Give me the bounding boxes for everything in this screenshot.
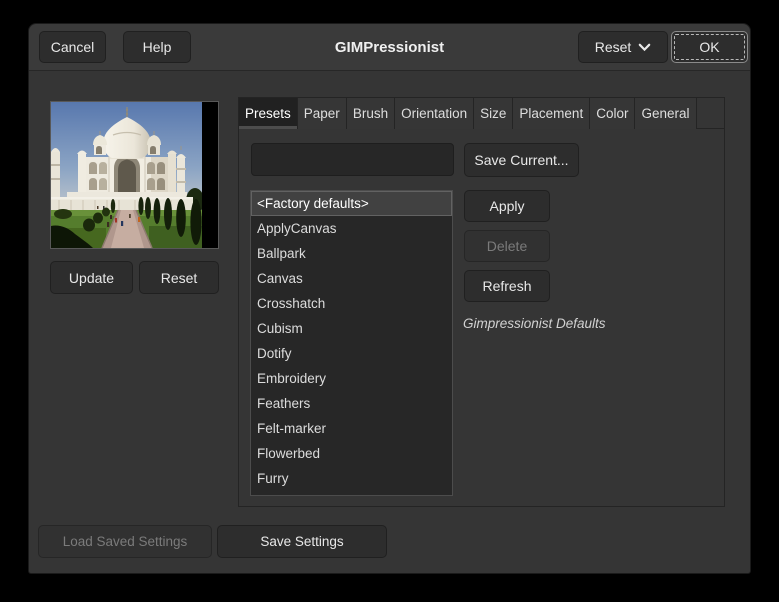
gimpressionist-dialog: GIMPressionist Cancel Help Reset OK Upda… (28, 23, 751, 574)
apply-button[interactable]: Apply (464, 190, 550, 222)
tab-bar: Presets Paper Brush Orientation Size Pla… (239, 98, 724, 129)
tab-size[interactable]: Size (474, 98, 514, 129)
save-current-button[interactable]: Save Current... (464, 143, 579, 177)
preset-list-item[interactable]: Dotify (251, 341, 452, 366)
tab-placement[interactable]: Placement (513, 98, 591, 129)
tab-orientation[interactable]: Orientation (395, 98, 475, 129)
preset-list-item[interactable]: Felt-marker (251, 416, 452, 441)
preset-list-item[interactable]: Canvas (251, 266, 452, 291)
preset-list-item[interactable]: Flowerbed (251, 441, 452, 466)
tab-brush[interactable]: Brush (346, 98, 396, 129)
load-saved-settings-button: Load Saved Settings (38, 525, 212, 558)
preset-list-item[interactable]: Embroidery (251, 366, 452, 391)
tab-paper[interactable]: Paper (297, 98, 347, 129)
delete-button: Delete (464, 230, 550, 262)
update-button[interactable]: Update (50, 261, 133, 294)
preset-list-item[interactable]: Cubism (251, 316, 452, 341)
preset-list-item[interactable]: Furry (251, 466, 452, 491)
tab-color[interactable]: Color (590, 98, 636, 129)
reset-dropdown-button[interactable]: Reset (578, 31, 668, 63)
preset-list[interactable]: <Factory defaults> ApplyCanvas Ballpark … (250, 190, 453, 496)
preset-list-item[interactable]: Ballpark (251, 241, 452, 266)
preset-list-item[interactable]: Crosshatch (251, 291, 452, 316)
tab-presets[interactable]: Presets (239, 98, 298, 129)
preset-name-input[interactable] (251, 143, 454, 176)
reset-dropdown-label: Reset (594, 39, 632, 55)
taj-mahal-preview-image (51, 102, 202, 248)
preset-description: Gimpressionist Defaults (463, 316, 606, 331)
preview-reset-button[interactable]: Reset (139, 261, 219, 294)
ok-button[interactable]: OK (671, 31, 748, 63)
preset-list-item-selected[interactable]: <Factory defaults> (251, 191, 452, 216)
save-settings-button[interactable]: Save Settings (217, 525, 387, 558)
preset-list-item[interactable]: ApplyCanvas (251, 216, 452, 241)
dialog-header: GIMPressionist Cancel Help Reset OK (29, 24, 750, 71)
cancel-button[interactable]: Cancel (39, 31, 106, 63)
tab-general[interactable]: General (635, 98, 697, 129)
refresh-button[interactable]: Refresh (464, 270, 550, 302)
preset-list-item[interactable]: Feathers (251, 391, 452, 416)
help-button[interactable]: Help (123, 31, 191, 63)
chevron-down-icon (638, 43, 651, 52)
preview-image (50, 101, 219, 249)
settings-notebook: Presets Paper Brush Orientation Size Pla… (238, 97, 725, 507)
